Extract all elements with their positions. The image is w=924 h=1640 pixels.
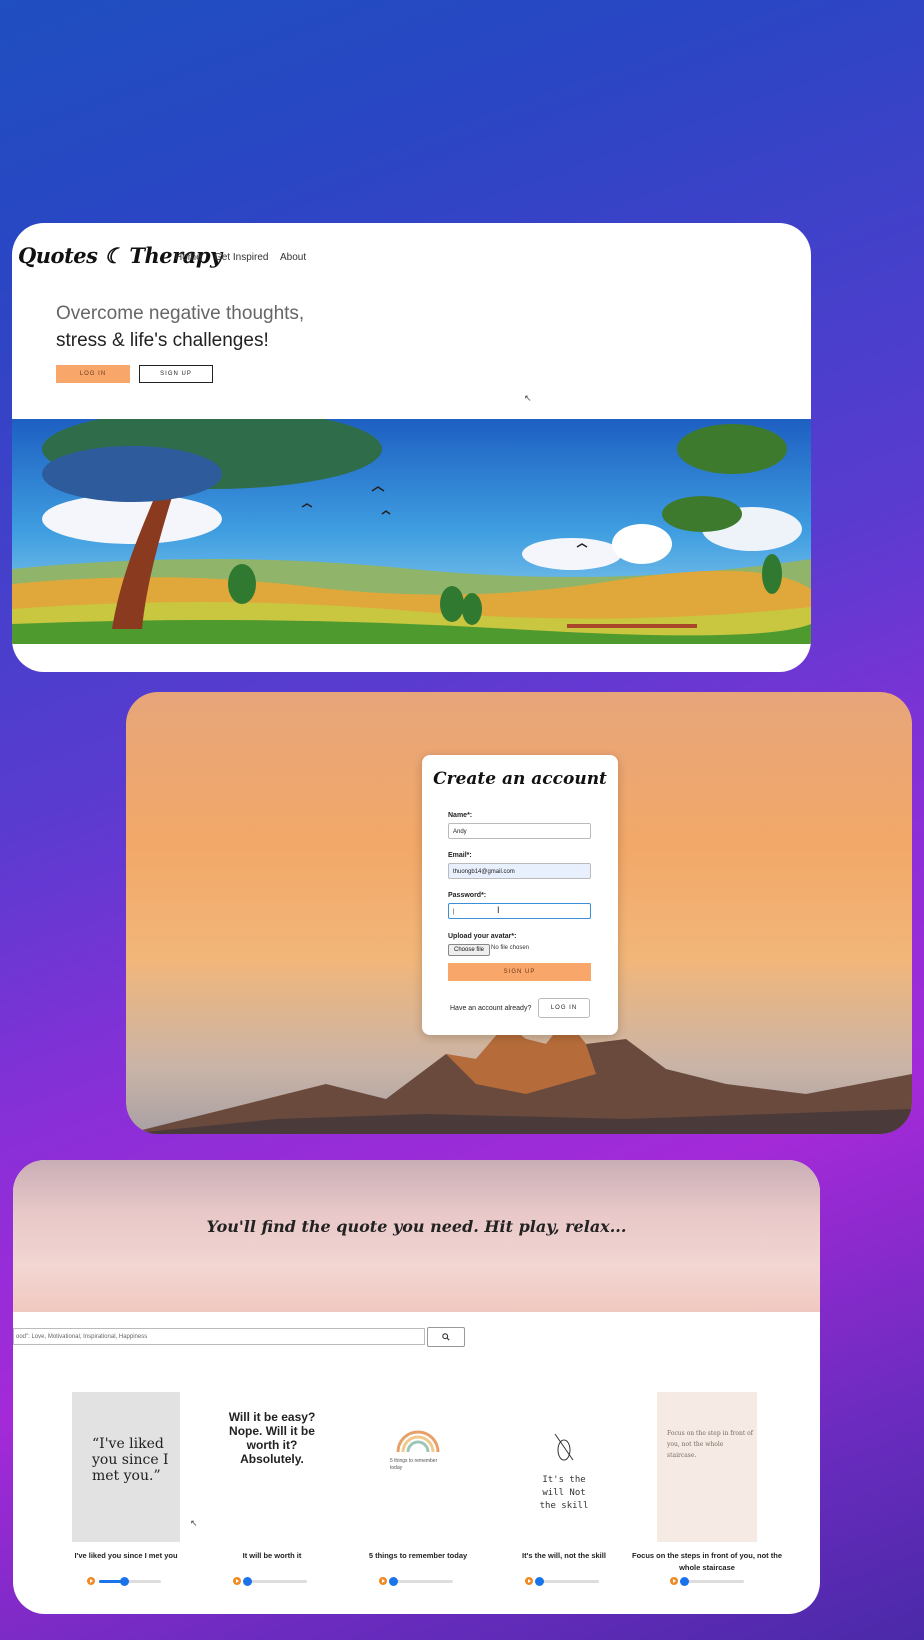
choose-file-button[interactable]: Choose file [448, 944, 490, 956]
quote-image[interactable]: Focus on the step in front of you, not t… [657, 1392, 757, 1542]
progress-slider[interactable] [534, 1577, 599, 1586]
quotes-headline: You'll find the quote you need. Hit play… [206, 1217, 627, 1236]
nav-about[interactable]: About [280, 252, 306, 263]
mouse-cursor-icon: ↖ [190, 1518, 198, 1528]
text-cursor-icon: I [497, 905, 500, 915]
quote-title[interactable]: It will be worth it [199, 1550, 345, 1562]
progress-slider[interactable] [242, 1577, 307, 1586]
quote-title[interactable]: It's the will, not the skill [491, 1550, 637, 1562]
login-button[interactable]: LOG IN [56, 365, 130, 383]
signup-card: Create an account Name*: Andy Email*: th… [126, 692, 912, 1134]
search-input[interactable]: ood": Love, Motivational, Inspirational,… [13, 1328, 425, 1345]
search-button[interactable] [427, 1327, 465, 1347]
form-title: Create an account [433, 769, 607, 789]
signup-button[interactable]: SIGN UP [139, 365, 213, 383]
audio-player [379, 1576, 455, 1586]
quote-title[interactable]: Focus on the steps in front of you, not … [627, 1550, 787, 1574]
quote-image[interactable]: 5 things to remember today [364, 1392, 472, 1542]
audio-player [233, 1576, 309, 1586]
email-label: Email*: [448, 852, 472, 859]
nav-get-inspired[interactable]: Get Inspired [214, 252, 268, 263]
play-icon[interactable] [670, 1577, 678, 1585]
progress-slider[interactable] [679, 1577, 744, 1586]
quote-image-text: It's the will Not the skill [539, 1475, 589, 1511]
hero-headline-2: stress & life's challenges! [56, 330, 269, 351]
quotes-card: You'll find the quote you need. Hit play… [13, 1160, 820, 1614]
password-label: Password*: [448, 892, 487, 899]
quote-title[interactable]: 5 things to remember today [345, 1550, 491, 1562]
signup-form: Create an account Name*: Andy Email*: th… [422, 755, 618, 1035]
hero-headline-1: Overcome negative thoughts, [56, 303, 305, 324]
play-icon[interactable] [87, 1577, 95, 1585]
quote-image-text: “I've liked you since I met you.” [92, 1436, 169, 1484]
quote-image[interactable]: Will it be easy? Nope. Will it be worth … [218, 1392, 326, 1542]
play-icon[interactable] [525, 1577, 533, 1585]
rainbow-icon [396, 1430, 440, 1453]
password-input[interactable]: | I [448, 903, 591, 919]
landscape-illustration [12, 419, 811, 644]
form-signup-button[interactable]: SIGN UP [448, 963, 591, 981]
quote-image-text: Focus on the step in front of you, not t… [667, 1430, 753, 1459]
play-icon[interactable] [379, 1577, 387, 1585]
quote-image[interactable]: It's the will Not the skill [510, 1392, 618, 1542]
nav-home[interactable]: Home [175, 252, 202, 263]
progress-slider[interactable] [99, 1577, 161, 1586]
audio-player [670, 1576, 746, 1586]
climber-icon [554, 1433, 574, 1461]
name-input[interactable]: Andy [448, 823, 591, 839]
avatar-label: Upload your avatar*: [448, 933, 517, 940]
search-icon [442, 1333, 450, 1341]
progress-knob[interactable] [679, 1577, 689, 1586]
play-icon[interactable] [233, 1577, 241, 1585]
progress-knob[interactable] [242, 1577, 252, 1586]
have-account-text: Have an account already? [450, 1005, 532, 1012]
landing-card: Quotes ☾ Therapy Home Get Inspired About… [12, 223, 811, 672]
progress-knob[interactable] [534, 1577, 544, 1586]
sky-banner [13, 1160, 820, 1312]
quote-image-text: Will it be easy? Nope. Will it be worth … [228, 1410, 316, 1466]
email-input[interactable]: thuongb14@gmail.com [448, 863, 591, 879]
quote-title[interactable]: I've liked you since I met you [53, 1550, 199, 1562]
progress-slider[interactable] [388, 1577, 453, 1586]
progress-knob[interactable] [119, 1577, 129, 1586]
audio-player [525, 1576, 601, 1586]
file-status: No file chosen [491, 945, 530, 951]
quote-image-text: 5 things to remember today [390, 1458, 438, 1471]
progress-knob[interactable] [388, 1577, 398, 1586]
audio-player [87, 1576, 163, 1586]
name-label: Name*: [448, 812, 473, 819]
mouse-cursor-icon: ↖ [524, 393, 532, 403]
quote-image[interactable]: “I've liked you since I met you.” [72, 1392, 180, 1542]
form-login-button[interactable]: LOG IN [538, 998, 590, 1018]
